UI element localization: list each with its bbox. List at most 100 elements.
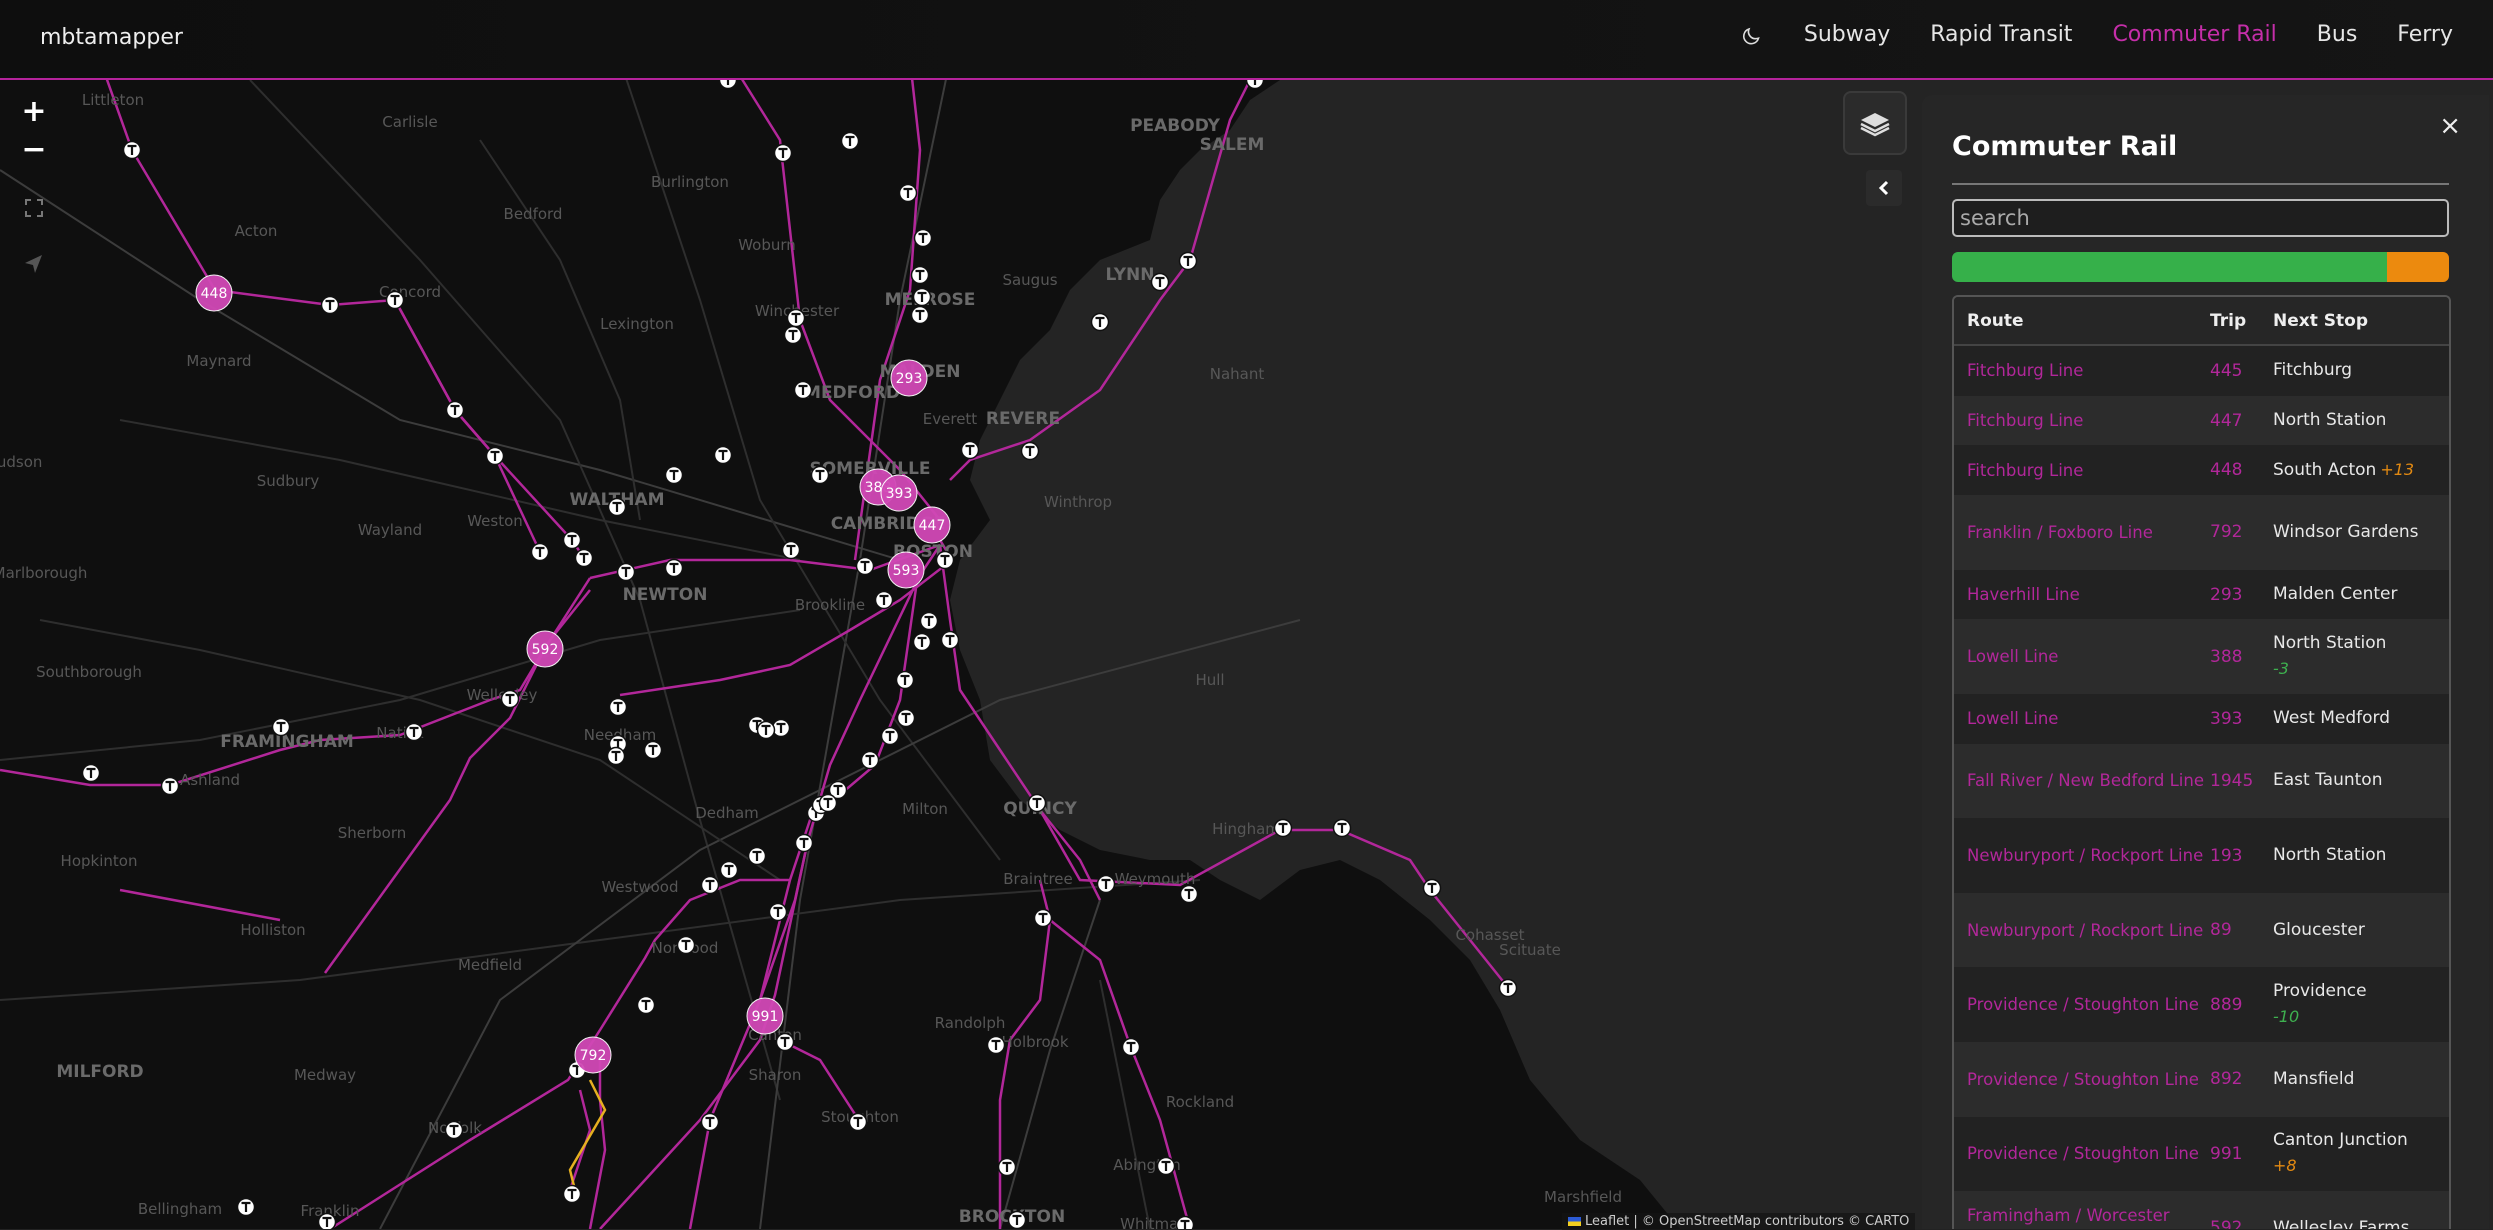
station-marker[interactable]: [122, 140, 142, 160]
station-marker[interactable]: [912, 287, 932, 307]
route-link[interactable]: Franklin / Foxboro Line: [1954, 520, 2210, 545]
route-link[interactable]: Fall River / New Bedford Line: [1954, 768, 2210, 793]
route-link[interactable]: Framingham / Worcester Line: [1954, 1203, 2210, 1229]
station-marker[interactable]: [606, 746, 626, 766]
station-marker[interactable]: [880, 726, 900, 746]
station-marker[interactable]: [848, 1112, 868, 1132]
route-link[interactable]: Newburyport / Rockport Line: [1954, 843, 2210, 868]
station-marker[interactable]: [840, 131, 860, 151]
station-marker[interactable]: [271, 717, 291, 737]
station-marker[interactable]: [997, 1157, 1017, 1177]
trip-number[interactable]: 388: [2210, 647, 2273, 667]
station-marker[interactable]: [713, 445, 733, 465]
station-marker[interactable]: [676, 935, 696, 955]
station-marker[interactable]: [1033, 908, 1053, 928]
station-marker[interactable]: [700, 1112, 720, 1132]
table-row[interactable]: Providence / Stoughton Line 889 Providence…: [1954, 967, 2449, 1042]
station-marker[interactable]: [1178, 251, 1198, 271]
station-marker[interactable]: [910, 305, 930, 325]
train-marker[interactable]: 447: [913, 506, 951, 544]
station-marker[interactable]: [771, 718, 791, 738]
station-marker[interactable]: [1498, 978, 1518, 998]
station-marker[interactable]: [485, 446, 505, 466]
station-marker[interactable]: [1175, 1215, 1195, 1230]
station-marker[interactable]: [1007, 1210, 1027, 1229]
station-marker[interactable]: [895, 670, 915, 690]
station-marker[interactable]: [913, 228, 933, 248]
station-marker[interactable]: [320, 295, 340, 315]
station-marker[interactable]: [794, 833, 814, 853]
station-marker[interactable]: [1332, 818, 1352, 838]
station-marker[interactable]: [719, 860, 739, 880]
station-marker[interactable]: [756, 720, 776, 740]
leaflet-link[interactable]: Leaflet: [1585, 1214, 1629, 1229]
route-link[interactable]: Newburyport / Rockport Line: [1954, 918, 2210, 943]
column-next-stop[interactable]: Next Stop: [2273, 311, 2449, 331]
nav-rapid-transit[interactable]: Rapid Transit: [1930, 22, 2072, 47]
station-marker[interactable]: [444, 1120, 464, 1140]
moon-icon[interactable]: [1740, 23, 1764, 47]
station-marker[interactable]: [664, 558, 684, 578]
station-marker[interactable]: [773, 143, 793, 163]
station-marker[interactable]: [616, 562, 636, 582]
trip-number[interactable]: 445: [2210, 361, 2273, 381]
station-marker[interactable]: [385, 290, 405, 310]
station-marker[interactable]: [960, 440, 980, 460]
layers-button[interactable]: [1845, 93, 1905, 153]
table-row[interactable]: Lowell Line 393 West Medford: [1954, 693, 2449, 744]
nav-subway[interactable]: Subway: [1804, 22, 1890, 47]
station-marker[interactable]: [747, 846, 767, 866]
station-marker[interactable]: [912, 632, 932, 652]
nav-commuter-rail[interactable]: Commuter Rail: [2112, 22, 2276, 47]
trip-number[interactable]: 792: [2210, 522, 2273, 542]
station-marker[interactable]: [860, 750, 880, 770]
table-row[interactable]: Providence / Stoughton Line 991 Canton Jun…: [1954, 1116, 2449, 1192]
station-marker[interactable]: [783, 325, 803, 345]
station-marker[interactable]: [775, 1032, 795, 1052]
station-marker[interactable]: [793, 380, 813, 400]
station-marker[interactable]: [317, 1212, 337, 1230]
station-marker[interactable]: [1020, 441, 1040, 461]
station-marker[interactable]: [781, 540, 801, 560]
zoom-out-button[interactable]: −: [16, 134, 52, 168]
station-marker[interactable]: [919, 611, 939, 631]
station-marker[interactable]: [896, 708, 916, 728]
station-marker[interactable]: [81, 763, 101, 783]
station-marker[interactable]: [574, 548, 594, 568]
station-marker[interactable]: [608, 697, 628, 717]
station-marker[interactable]: [1273, 818, 1293, 838]
train-marker[interactable]: 593: [887, 551, 925, 589]
route-link[interactable]: Fitchburg Line: [1954, 358, 2210, 383]
route-link[interactable]: Lowell Line: [1954, 644, 2210, 669]
trip-number[interactable]: 448: [2210, 460, 2273, 480]
station-marker[interactable]: [935, 550, 955, 570]
station-marker[interactable]: [874, 590, 894, 610]
table-row[interactable]: Newburyport / Rockport Line 193 North Stat…: [1954, 818, 2449, 893]
trip-number[interactable]: 393: [2210, 709, 2273, 729]
route-link[interactable]: Providence / Stoughton Line: [1954, 1141, 2210, 1166]
table-row[interactable]: Fitchburg Line 445 Fitchburg: [1954, 346, 2449, 396]
trip-number[interactable]: 592: [2210, 1218, 2273, 1229]
trip-number[interactable]: 1945: [2210, 771, 2273, 791]
route-link[interactable]: Providence / Stoughton Line: [1954, 992, 2210, 1017]
station-marker[interactable]: [607, 497, 627, 517]
route-link[interactable]: Lowell Line: [1954, 706, 2210, 731]
station-marker[interactable]: [940, 630, 960, 650]
route-link[interactable]: Haverhill Line: [1954, 582, 2210, 607]
train-marker[interactable]: 448: [195, 274, 233, 312]
train-marker[interactable]: 991: [746, 997, 784, 1035]
station-marker[interactable]: [910, 265, 930, 285]
station-marker[interactable]: [768, 902, 788, 922]
station-marker[interactable]: [530, 542, 550, 562]
station-marker[interactable]: [1096, 874, 1116, 894]
station-marker[interactable]: [786, 308, 806, 328]
search-input[interactable]: [1952, 199, 2449, 237]
route-link[interactable]: Providence / Stoughton Line: [1954, 1067, 2210, 1092]
station-marker[interactable]: [700, 875, 720, 895]
train-marker[interactable]: 393: [880, 474, 918, 512]
app-brand[interactable]: mbtamapper: [40, 25, 183, 50]
table-row[interactable]: Framingham / Worcester Line592Wellesley …: [1954, 1191, 2449, 1229]
trip-number[interactable]: 892: [2210, 1069, 2273, 1089]
station-marker[interactable]: [445, 400, 465, 420]
station-marker[interactable]: [1156, 1156, 1176, 1176]
